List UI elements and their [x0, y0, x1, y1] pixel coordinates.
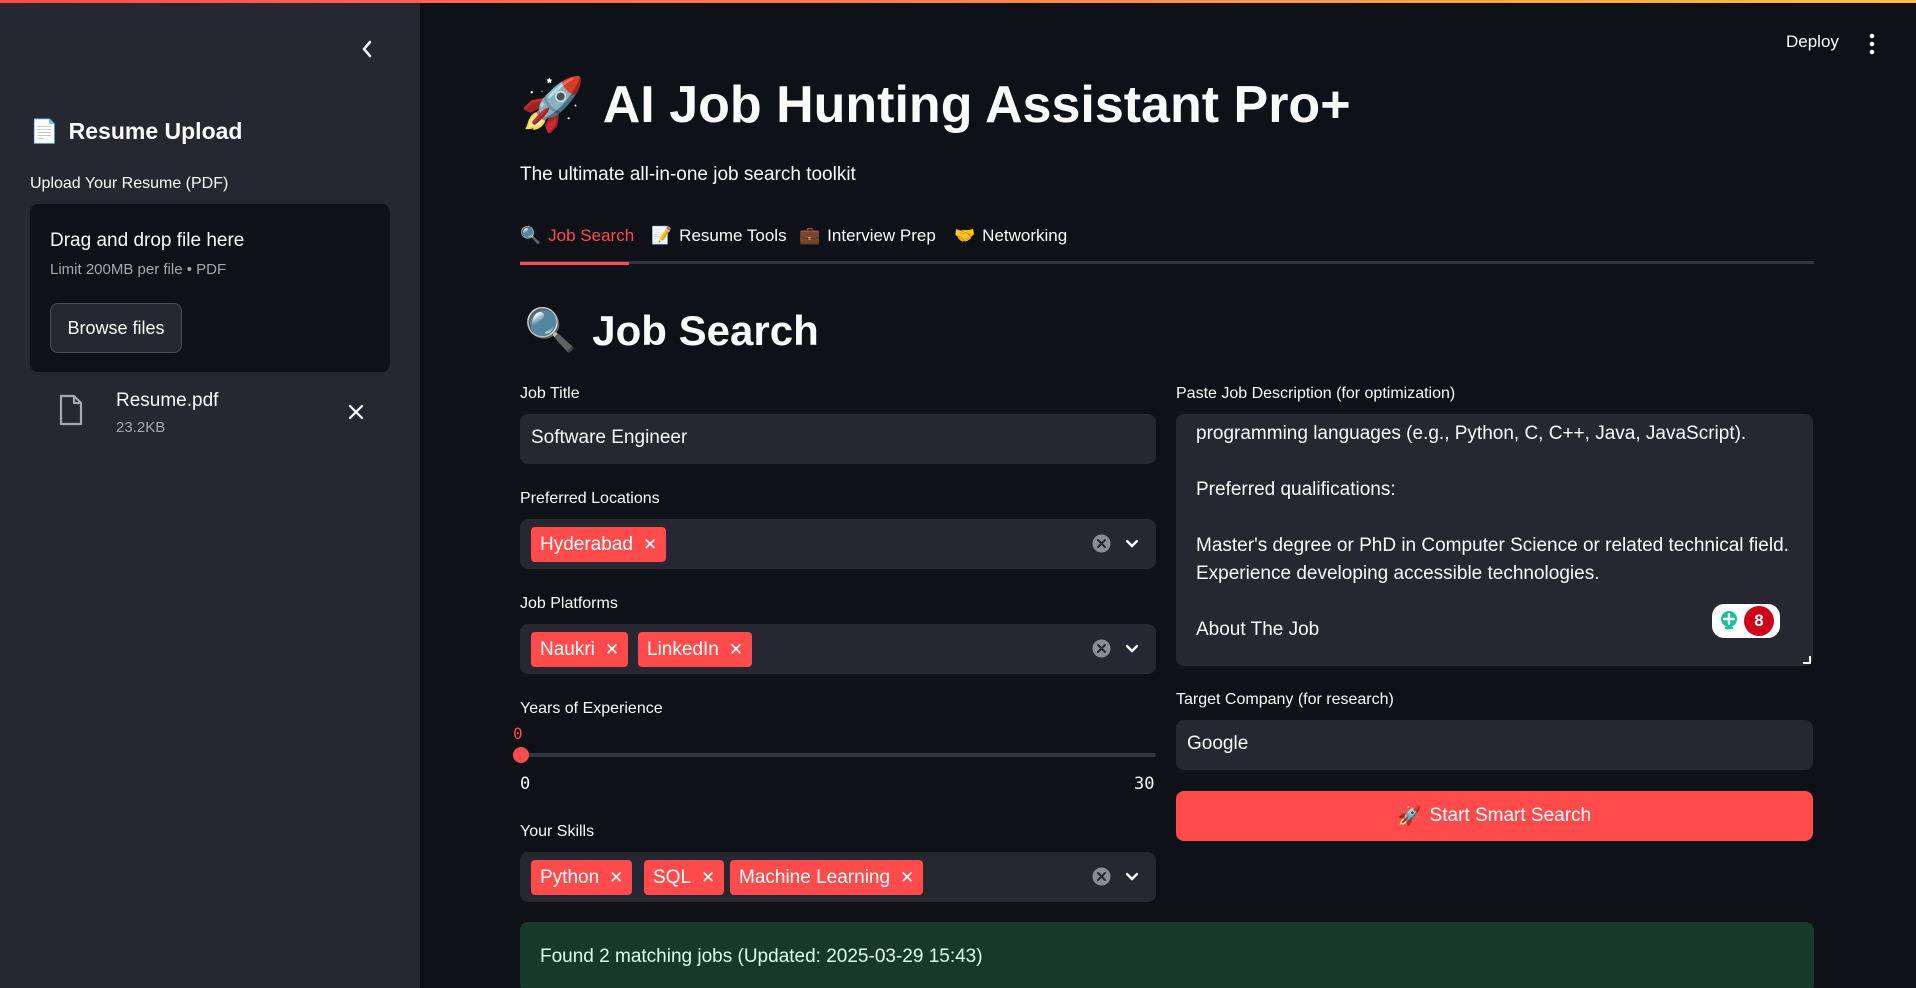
memo-icon: 📝 [651, 226, 673, 245]
textarea-line: programming languages (e.g., Python, C, … [1196, 423, 1747, 444]
handshake-icon: 🤝 [954, 226, 976, 245]
deploy-button[interactable]: Deploy [1786, 32, 1839, 52]
chip-label: LinkedIn [647, 638, 719, 660]
tab-job-search[interactable]: 🔍 Job Search [520, 226, 634, 265]
textarea-line: Experience developing accessible technol… [1196, 563, 1600, 584]
tab-label: Resume Tools [679, 226, 787, 245]
chevron-down-icon[interactable] [1123, 535, 1141, 553]
chip-remove-icon[interactable]: ✕ [609, 868, 623, 888]
chip-label: Hyderabad [540, 533, 633, 555]
platforms-multiselect[interactable]: Naukri ✕ LinkedIn ✕ [520, 624, 1156, 674]
skill-chip: SQL ✕ [644, 860, 725, 895]
skill-chip: Machine Learning ✕ [730, 860, 924, 895]
tab-label: Interview Prep [827, 226, 936, 245]
remove-file-icon[interactable] [346, 402, 366, 422]
tab-bar: 🔍 Job Search 📝 Resume Tools 💼 Interview … [520, 222, 1814, 265]
briefcase-icon: 💼 [799, 226, 821, 245]
start-smart-search-button[interactable]: 🚀 Start Smart Search [1176, 791, 1813, 841]
experience-slider-value: 0 [513, 724, 523, 743]
chip-remove-icon[interactable]: ✕ [605, 640, 619, 660]
skills-label: Your Skills [520, 823, 595, 840]
textarea-line [1196, 588, 1793, 616]
experience-slider-track[interactable] [520, 753, 1156, 757]
experience-slider-max: 30 [1134, 774, 1155, 794]
top-decoration-bar [0, 0, 1916, 3]
textarea-line [1196, 504, 1793, 532]
chip-remove-icon[interactable]: ✕ [701, 868, 715, 888]
textarea-line: Master's degree or PhD in Computer Scien… [1196, 535, 1789, 556]
grammar-checker-badge[interactable]: 8 [1712, 604, 1780, 638]
platform-chip: LinkedIn ✕ [638, 632, 753, 667]
job-title-input[interactable]: Software Engineer [520, 414, 1156, 464]
page-subtitle: The ultimate all-in-one job search toolk… [520, 164, 856, 185]
results-success-alert: Found 2 matching jobs (Updated: 2025-03-… [520, 922, 1814, 988]
file-dropzone[interactable]: Drag and drop file here Limit 200MB per … [30, 204, 390, 372]
uploaded-file-item: Resume.pdf 23.2KB [58, 388, 378, 448]
tab-interview-prep[interactable]: 💼 Interview Prep [799, 226, 936, 265]
main-menu-icon[interactable] [1864, 32, 1880, 56]
locations-multiselect[interactable]: Hyderabad ✕ [520, 519, 1156, 569]
platforms-label: Job Platforms [520, 595, 618, 612]
magnifier-icon: 🔍 [524, 306, 577, 353]
clear-all-icon[interactable] [1092, 867, 1111, 886]
tab-networking[interactable]: 🤝 Networking [954, 226, 1067, 265]
job-description-label: Paste Job Description (for optimization) [1176, 385, 1456, 402]
textarea-line [1196, 448, 1793, 476]
sidebar-header: 📄 Resume Upload [30, 118, 242, 145]
uploaded-file-size: 23.2KB [116, 419, 166, 436]
dropzone-title: Drag and drop file here [50, 230, 245, 251]
rocket-icon: 🚀 [1397, 806, 1422, 827]
uploaded-file-name: Resume.pdf [116, 390, 219, 411]
chip-remove-icon[interactable]: ✕ [643, 535, 657, 555]
grammar-assistant-icon [1721, 611, 1737, 630]
resize-handle[interactable] [1803, 656, 1811, 664]
tab-label: Job Search [548, 226, 635, 245]
clear-all-icon[interactable] [1092, 534, 1111, 553]
clear-all-icon[interactable] [1092, 639, 1111, 658]
chevron-down-icon[interactable] [1123, 640, 1141, 658]
chevron-left-icon [362, 40, 372, 58]
textarea-line: Preferred qualifications: [1196, 479, 1396, 500]
chip-label: Naukri [540, 638, 595, 660]
dropzone-subtitle: Limit 200MB per file • PDF [50, 261, 227, 278]
sidebar-header-text: Resume Upload [68, 118, 243, 144]
chip-label: SQL [653, 866, 692, 888]
button-label: Start Smart Search [1429, 805, 1592, 826]
chip-remove-icon[interactable]: ✕ [729, 640, 743, 660]
experience-slider-thumb[interactable] [513, 747, 529, 763]
skill-chip: Python ✕ [531, 860, 633, 895]
section-title: 🔍 Job Search [524, 306, 819, 355]
chip-remove-icon[interactable]: ✕ [900, 868, 914, 888]
platform-chip: Naukri ✕ [531, 632, 629, 667]
textarea-line: About The Job [1196, 619, 1320, 640]
chevron-down-icon[interactable] [1123, 868, 1141, 886]
location-chip: Hyderabad ✕ [531, 527, 667, 562]
experience-slider-min: 0 [520, 774, 531, 794]
file-icon [59, 394, 83, 426]
page-title: 🚀 AI Job Hunting Assistant Pro+ [520, 74, 1351, 135]
rocket-icon: 🚀 [520, 76, 585, 134]
collapse-sidebar-button[interactable] [352, 34, 382, 64]
section-title-text: Job Search [592, 306, 819, 354]
page-facing-up-icon: 📄 [30, 118, 59, 144]
locations-label: Preferred Locations [520, 490, 660, 507]
sidebar: 📄 Resume Upload Upload Your Resume (PDF)… [0, 0, 420, 988]
tab-resume-tools[interactable]: 📝 Resume Tools [651, 226, 787, 265]
browse-files-button[interactable]: Browse files [50, 303, 182, 353]
magnifier-icon: 🔍 [520, 226, 542, 245]
job-title-label: Job Title [520, 385, 580, 402]
page-title-text: AI Job Hunting Assistant Pro+ [602, 75, 1351, 134]
company-label: Target Company (for research) [1176, 691, 1394, 708]
upload-label: Upload Your Resume (PDF) [30, 175, 229, 192]
experience-label: Years of Experience [520, 700, 663, 717]
skills-multiselect[interactable]: Python ✕ SQL ✕ Machine Learning ✕ [520, 852, 1156, 902]
chip-label: Machine Learning [739, 866, 891, 888]
grammar-issue-count: 8 [1744, 606, 1774, 636]
chip-label: Python [540, 866, 600, 888]
company-input[interactable]: Google [1176, 720, 1813, 770]
tab-label: Networking [982, 226, 1068, 245]
